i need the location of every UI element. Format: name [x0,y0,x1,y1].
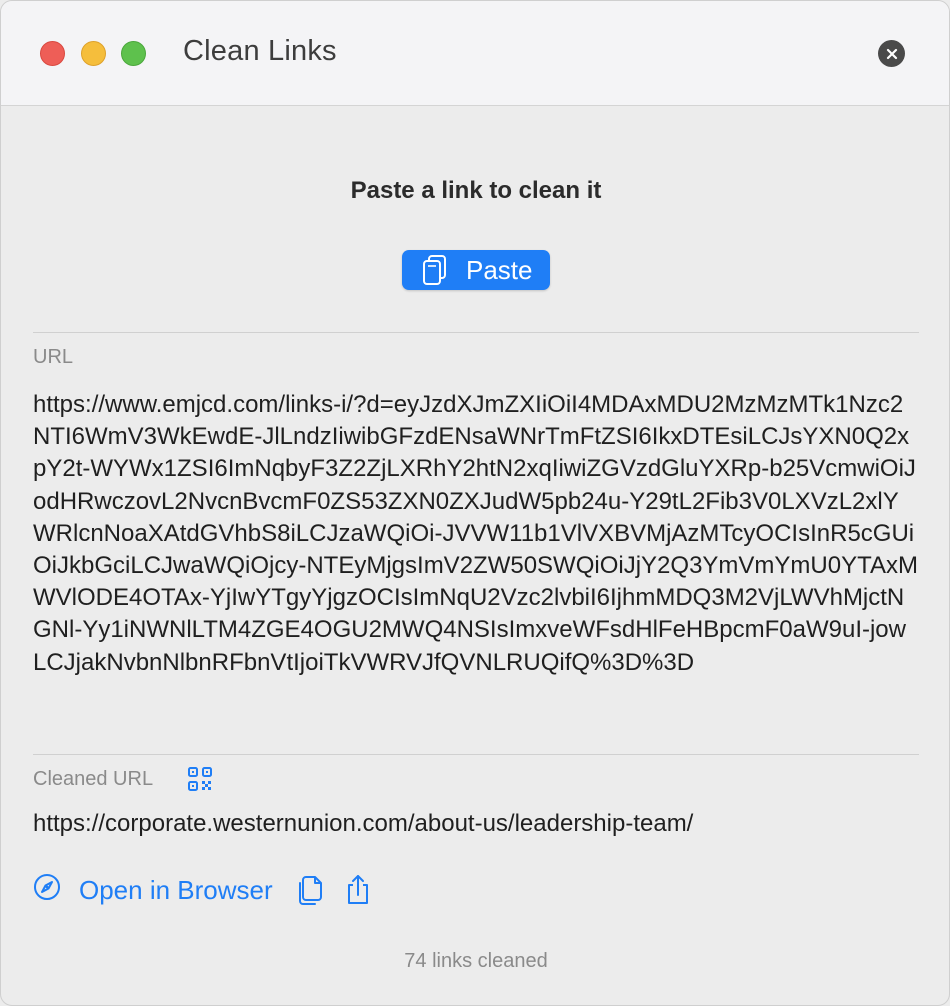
share-button[interactable] [344,873,372,912]
clipboard-icon [422,254,448,293]
app-window: Clean Links Paste a link to clean it Pas… [0,0,950,1006]
qr-code-icon[interactable] [187,766,213,797]
window-title: Clean Links [183,35,337,67]
window-zoom-button[interactable] [121,41,146,66]
instruction-heading: Paste a link to clean it [350,177,602,204]
url-label: URL [33,346,74,368]
title-bar: Clean Links [1,1,949,106]
paste-button[interactable]: Paste [402,250,550,290]
divider [33,754,919,755]
copy-icon [297,876,325,911]
divider [33,332,919,333]
paste-button-label: Paste [466,255,533,285]
close-icon[interactable] [878,40,905,67]
open-in-browser-button[interactable]: Open in Browser [33,873,273,908]
compass-icon [33,873,61,908]
share-icon [344,875,372,911]
links-cleaned-count: 74 links cleaned [404,950,548,972]
copy-button[interactable] [297,873,325,912]
cleaned-url-text: https://corporate.westernunion.com/about… [33,810,694,837]
open-in-browser-label: Open in Browser [79,875,273,905]
original-url-text: https://www.emjcd.com/links-i/?d=eyJzdXJ… [33,391,918,676]
window-close-button[interactable] [40,41,65,66]
cleaned-url-label: Cleaned URL [33,768,154,790]
window-minimize-button[interactable] [81,41,106,66]
